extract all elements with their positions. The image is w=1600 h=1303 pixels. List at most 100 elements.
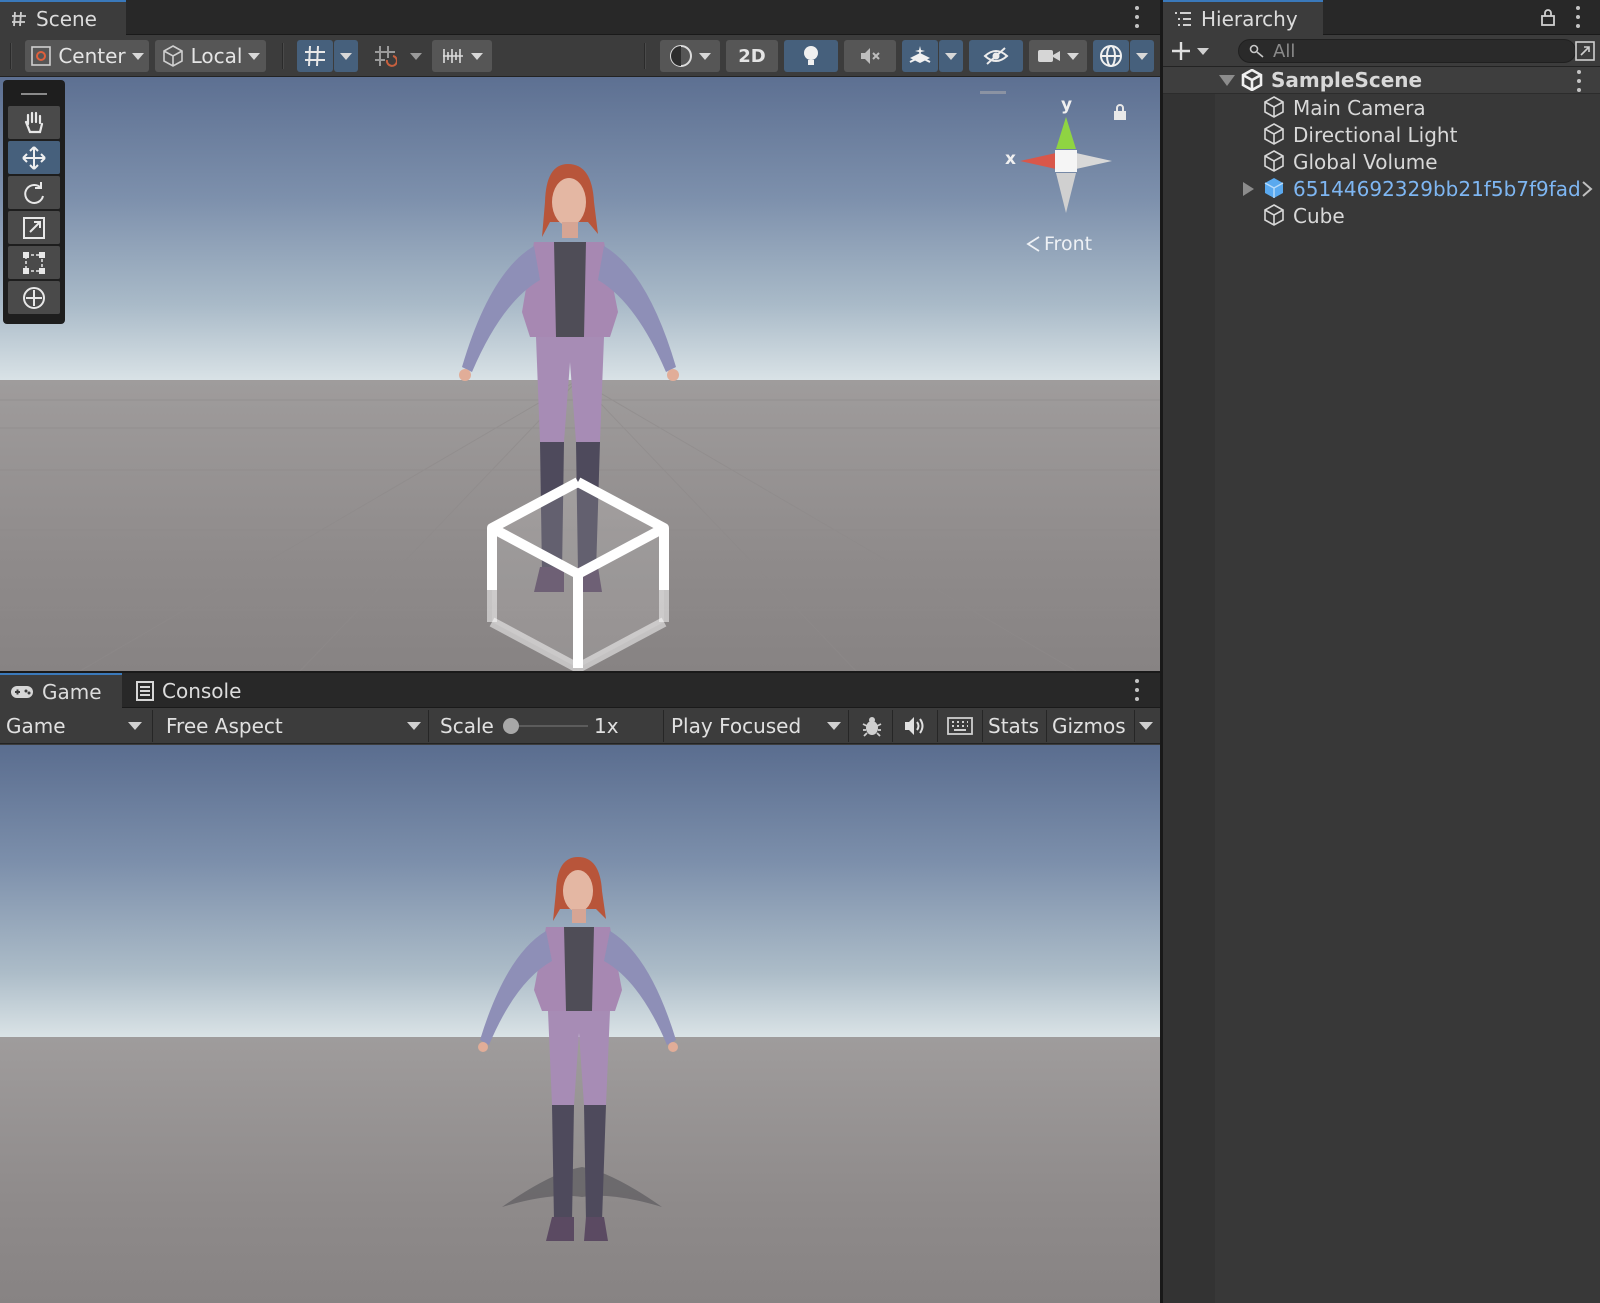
move-tool-button[interactable]: [8, 141, 60, 174]
game-tabbar: Game Console: [0, 673, 1160, 708]
scene-viewport[interactable]: y x Front: [0, 77, 1160, 671]
scene-visibility-toggle[interactable]: [969, 40, 1023, 72]
hierarchy-item-label: 65144692329bb21f5b7f9fad: [1293, 176, 1581, 201]
orientation-label[interactable]: Front: [1026, 233, 1092, 255]
audio-toggle[interactable]: [844, 40, 896, 72]
toggle-2d-label: 2D: [738, 45, 766, 67]
tool-palette-grip[interactable]: [7, 84, 61, 104]
aspect-dropdown[interactable]: Free Aspect: [160, 708, 426, 744]
hierarchy-item-main-camera[interactable]: Main Camera: [1163, 94, 1600, 121]
move-arrows-icon: [22, 145, 46, 170]
aspect-caret-icon: [407, 722, 421, 730]
hierarchy-item-prefab[interactable]: 65144692329bb21f5b7f9fad: [1163, 175, 1600, 202]
tab-console[interactable]: Console: [126, 673, 256, 708]
hierarchy-item-global-volume[interactable]: Global Volume: [1163, 148, 1600, 175]
draw-mode-dropdown[interactable]: [660, 40, 720, 72]
grid-snap-toggle[interactable]: [297, 40, 333, 72]
gameobject-cube-icon: [1264, 123, 1284, 145]
speaker-icon: [905, 717, 924, 735]
search-icon: [1249, 44, 1264, 58]
toolbar-grip: [10, 43, 12, 69]
hand-tool-button[interactable]: [8, 106, 60, 139]
axis-y-label: y: [1061, 95, 1073, 115]
hierarchy-item-cube[interactable]: Cube: [1163, 202, 1600, 229]
tab-game[interactable]: Game: [0, 673, 122, 708]
scene-row-menu-icon[interactable]: [1575, 70, 1583, 92]
frame-debugger-button[interactable]: [852, 708, 892, 744]
unity-prefab-gizmo: [487, 477, 669, 671]
pivot-mode-dropdown[interactable]: Center: [25, 40, 149, 72]
chevron-left-icon: [1026, 236, 1040, 252]
scene-tabbar: Scene: [0, 0, 1160, 35]
pivot-rotation-dropdown[interactable]: Local: [155, 40, 266, 72]
scene-toolbar: Center Local 2D: [0, 35, 1160, 77]
gameobject-cube-icon: [1264, 204, 1284, 226]
hierarchy-item-label: Main Camera: [1293, 95, 1426, 120]
hierarchy-item-label: Cube: [1293, 203, 1345, 228]
effects-layers-icon: [909, 46, 931, 63]
orientation-gizmo[interactable]: y x Front: [980, 89, 1130, 269]
rect-transform-icon: [23, 251, 45, 274]
hierarchy-item-directional-light[interactable]: Directional Light: [1163, 121, 1600, 148]
gizmos-button[interactable]: Gizmos: [1046, 708, 1134, 744]
gizmos-caret-icon[interactable]: [1139, 722, 1153, 730]
effects-toggle[interactable]: [902, 40, 938, 72]
rect-tool-button[interactable]: [8, 246, 60, 279]
play-mode-dropdown[interactable]: Play Focused: [665, 708, 845, 744]
increment-snap-toggle[interactable]: [367, 40, 403, 72]
transform-tool-button[interactable]: [8, 281, 60, 314]
toggle-2d-button[interactable]: 2D: [726, 40, 778, 72]
effects-dropdown[interactable]: [939, 40, 963, 72]
scale-slider-thumb[interactable]: [503, 718, 519, 734]
axis-x-label: x: [1005, 149, 1016, 169]
hierarchy-menu-icon[interactable]: [1574, 6, 1582, 28]
camera-settings-dropdown[interactable]: [1029, 40, 1087, 72]
tool-palette: [3, 80, 65, 324]
ruler-toggle[interactable]: [432, 40, 492, 72]
toolbar-separator-right: [644, 43, 646, 69]
search-options-icon[interactable]: [1574, 40, 1596, 62]
globe-gizmo-icon: [1100, 45, 1122, 67]
scale-value-text: 1x: [594, 714, 619, 738]
scene-menu-icon[interactable]: [1133, 6, 1141, 28]
expand-arrow-icon[interactable]: [1243, 182, 1254, 196]
mute-audio-button[interactable]: [895, 708, 935, 744]
orientation-text: Front: [1044, 233, 1093, 255]
game-viewport[interactable]: [0, 745, 1160, 1303]
expand-triangle-icon[interactable]: [1219, 75, 1235, 86]
gizmos-dropdown[interactable]: [1130, 40, 1154, 72]
display-dropdown-label: Game: [6, 714, 66, 738]
grid-snap-dropdown[interactable]: [334, 40, 358, 72]
pivot-center-icon: [31, 46, 52, 66]
hierarchy-toolbar: All: [1163, 35, 1600, 67]
lighting-toggle[interactable]: [784, 40, 838, 72]
gameobject-cube-icon: [1264, 96, 1284, 118]
tab-scene[interactable]: Scene: [0, 0, 126, 35]
hierarchy-item-label: Directional Light: [1293, 122, 1458, 147]
stats-button[interactable]: Stats: [982, 708, 1046, 744]
create-dropdown[interactable]: [1171, 38, 1217, 64]
scale-value: 1x: [588, 708, 619, 744]
gamepad-icon: [11, 685, 33, 698]
hierarchy-scene-row[interactable]: SampleScene: [1163, 67, 1600, 94]
game-panel: Game Console Game Free Aspect Scale 1x P…: [0, 673, 1160, 1303]
hierarchy-list-icon: [1175, 11, 1191, 26]
gizmos-toggle[interactable]: [1093, 40, 1129, 72]
hierarchy-search-field[interactable]: All: [1238, 39, 1576, 63]
scale-tool-button[interactable]: [8, 211, 60, 244]
increment-snap-dropdown[interactable]: [404, 40, 428, 72]
keyboard-icon: [947, 717, 973, 735]
tab-hierarchy[interactable]: Hierarchy: [1163, 0, 1323, 35]
video-camera-icon: [1038, 50, 1060, 62]
search-placeholder: All: [1273, 40, 1296, 62]
rotate-tool-button[interactable]: [8, 176, 60, 209]
play-mode-caret-icon: [827, 722, 841, 730]
lock-icon[interactable]: [1540, 8, 1556, 26]
keyboard-shortcuts-button[interactable]: [940, 708, 980, 744]
scale-slider[interactable]: [503, 718, 588, 734]
prefab-cube-icon: [1264, 178, 1284, 198]
ruler-icon: [443, 49, 463, 63]
game-menu-icon[interactable]: [1133, 679, 1141, 701]
open-prefab-chevron-icon[interactable]: [1581, 180, 1593, 198]
tab-scene-label: Scene: [36, 6, 97, 31]
